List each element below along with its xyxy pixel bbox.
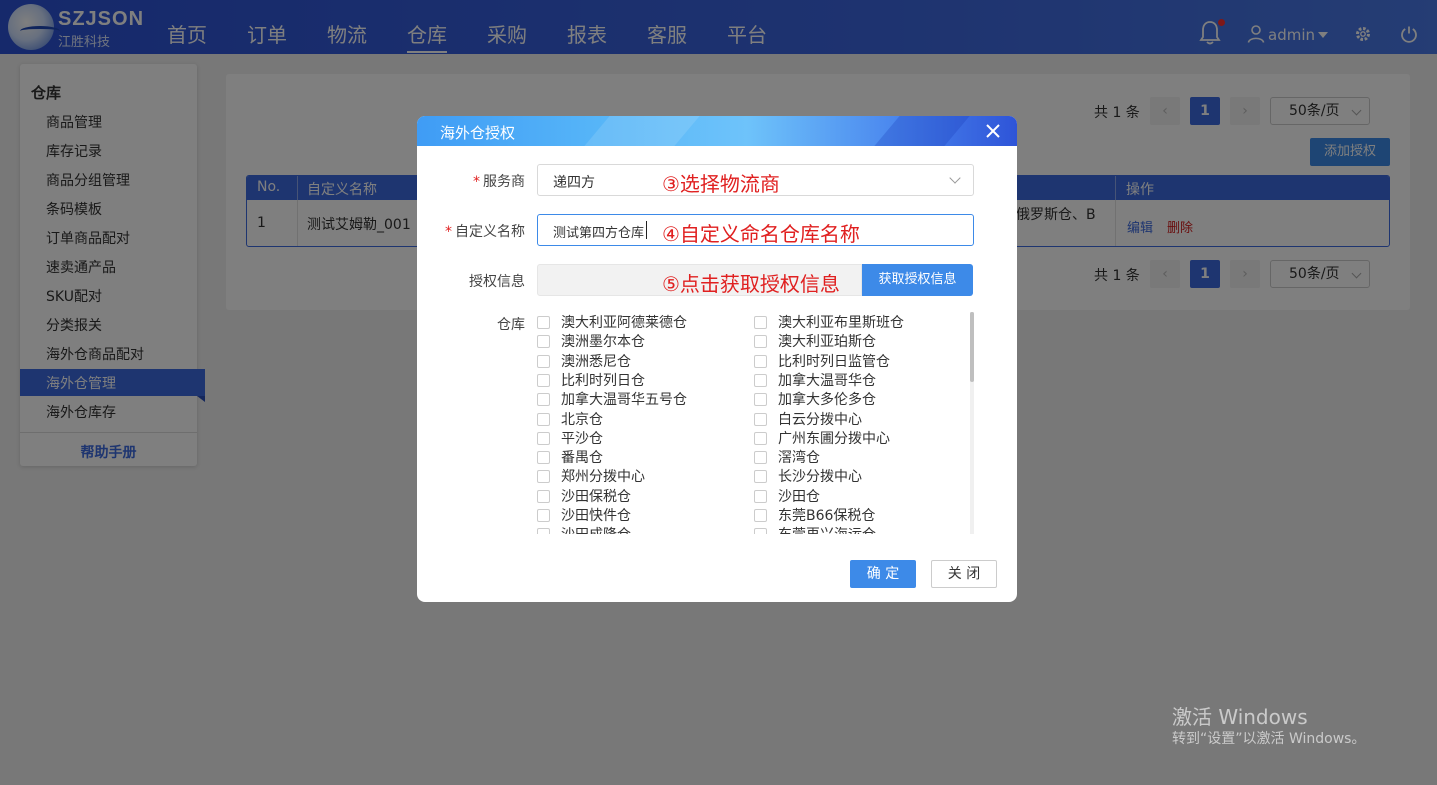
warehouse-option-label: 沙田仓 <box>778 489 820 505</box>
modal-header: 海外仓授权 <box>417 116 1017 146</box>
modal-title: 海外仓授权 <box>440 124 516 142</box>
close-icon[interactable] <box>983 121 1003 141</box>
warehouse-checkbox[interactable] <box>537 432 550 445</box>
warehouse-checkbox[interactable] <box>754 393 767 406</box>
warehouse-option-label: 澳洲悉尼仓 <box>561 354 631 370</box>
warehouse-option-label: 比利时列日仓 <box>561 373 645 389</box>
warehouse-checkbox[interactable] <box>537 316 550 329</box>
auth-info-label: 授权信息 <box>469 274 525 290</box>
warehouse-checkbox[interactable] <box>537 335 550 348</box>
warehouse-option-label: 长沙分拨中心 <box>778 469 862 485</box>
warehouse-checkbox[interactable] <box>537 355 550 368</box>
custom-name-label: * 自定义名称 <box>445 224 525 240</box>
warehouse-checkbox[interactable] <box>537 451 550 464</box>
warehouse-option-label: 东莞再兴海运仓 <box>778 524 876 534</box>
windows-watermark-title: 激活 Windows <box>1172 705 1308 729</box>
custom-name-value: 测试第四方仓库 <box>553 226 645 241</box>
warehouse-option-label: 澳洲墨尔本仓 <box>561 334 645 350</box>
warehouse-option-label: 番禺仓 <box>561 450 603 466</box>
warehouse-option-label: 平沙仓 <box>561 431 603 447</box>
warehouse-checkbox[interactable] <box>754 490 767 503</box>
warehouse-scrollbar-thumb[interactable] <box>970 312 974 382</box>
warehouse-checkbox-list: 澳大利亚阿德莱德仓 澳洲墨尔本仓 澳洲悉尼仓比利时列日仓加拿大温哥华五号仓 北京仓平沙… <box>537 312 967 534</box>
warehouse-option-label: 加拿大温哥华仓 <box>778 373 876 389</box>
warehouse-option-label: 沙田成隆仓 <box>561 524 631 534</box>
warehouse-checkbox[interactable] <box>754 509 767 522</box>
warehouse-option-label: 比利时列日监管仓 <box>778 354 890 370</box>
warehouse-checkbox[interactable] <box>754 316 767 329</box>
warehouse-option-label: 北京仓 <box>561 412 603 428</box>
warehouse-option-label: 东莞B66保税仓 <box>778 508 876 524</box>
warehouse-option-label: 广州东圃分拨中心 <box>778 431 890 447</box>
warehouse-option-label: 白云分拨中心 <box>778 412 862 428</box>
authorization-modal: 海外仓授权 * 服务商 递四方 ③选择物流商 * 自定义名称 测试第四方仓库 ④自定… <box>417 116 1017 602</box>
warehouse-checkbox[interactable] <box>537 374 550 387</box>
warehouse-checkbox[interactable] <box>754 413 767 426</box>
warehouse-checkbox[interactable] <box>537 470 550 483</box>
warehouse-option-label: 郑州分拨中心 <box>561 469 645 485</box>
warehouse-checkbox[interactable] <box>754 432 767 445</box>
warehouse-option-label: 滘湾仓 <box>778 450 820 466</box>
header-decoration <box>874 116 970 146</box>
confirm-button[interactable]: 确 定 <box>850 560 916 588</box>
provider-label: * 服务商 <box>473 174 525 190</box>
warehouse-label: 仓库 <box>497 317 525 333</box>
warehouse-checkbox[interactable] <box>754 374 767 387</box>
warehouse-checkbox[interactable] <box>754 451 767 464</box>
warehouse-checkbox[interactable] <box>537 413 550 426</box>
windows-watermark-subtitle: 转到“设置”以激活 Windows。 <box>1172 731 1366 747</box>
warehouse-option-label: 沙田快件仓 <box>561 508 631 524</box>
text-cursor <box>646 221 647 239</box>
warehouse-checkbox[interactable] <box>754 528 767 534</box>
warehouse-checkbox[interactable] <box>754 355 767 368</box>
provider-value: 递四方 <box>553 175 595 191</box>
warehouse-checkbox[interactable] <box>537 528 550 534</box>
warehouse-option-label: 澳大利亚布里斯班仓 <box>778 315 904 331</box>
warehouse-checkbox[interactable] <box>754 335 767 348</box>
annotation-step3: ③选择物流商 <box>662 172 780 196</box>
get-auth-info-button[interactable]: 获取授权信息 <box>862 264 973 296</box>
warehouse-checkbox[interactable] <box>537 393 550 406</box>
warehouse-checkbox[interactable] <box>537 490 550 503</box>
warehouse-option-label: 加拿大温哥华五号仓 <box>561 392 687 408</box>
close-button[interactable]: 关 闭 <box>931 560 997 588</box>
warehouse-option-label: 加拿大多伦多仓 <box>778 392 876 408</box>
warehouse-option-label: 澳大利亚阿德莱德仓 <box>561 315 687 331</box>
annotation-step4: ④自定义命名仓库名称 <box>662 222 860 246</box>
warehouse-checkbox[interactable] <box>754 470 767 483</box>
header-decoration <box>584 116 700 146</box>
annotation-step5: ⑤点击获取授权信息 <box>662 272 840 296</box>
chevron-down-icon <box>949 172 961 184</box>
warehouse-checkbox[interactable] <box>537 509 550 522</box>
warehouse-option-label: 沙田保税仓 <box>561 489 631 505</box>
warehouse-option-label: 澳大利亚珀斯仓 <box>778 334 876 350</box>
